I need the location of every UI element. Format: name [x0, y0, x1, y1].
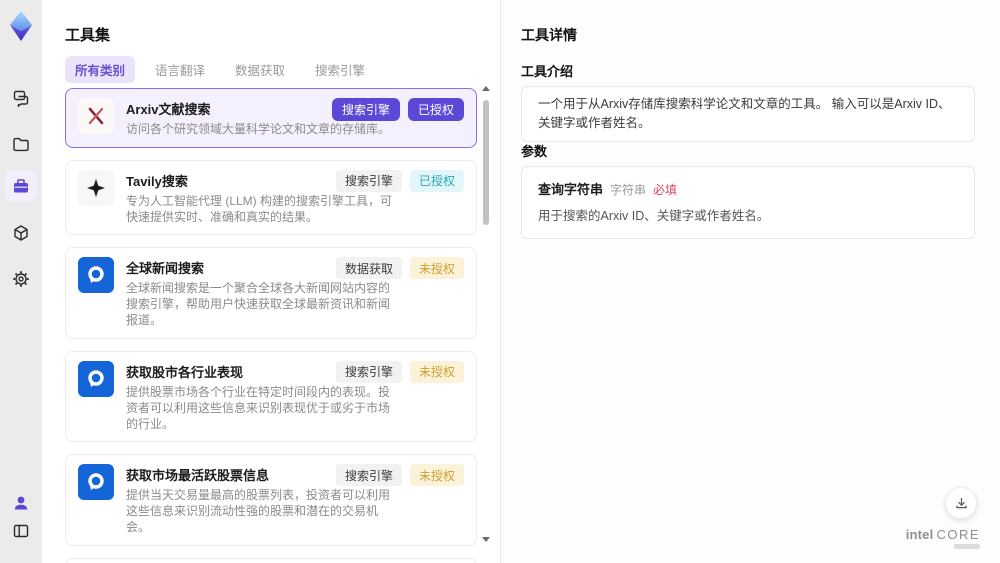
- intro-box: 一个用于从Arxiv存储库搜索科学论文和文章的工具。 输入可以是Arxiv ID…: [521, 86, 975, 142]
- sidebar-item-account[interactable]: [7, 489, 35, 517]
- blue-news-icon: [78, 464, 114, 501]
- tool-card-global-news[interactable]: 全球新闻搜索 全球新闻搜索是一个聚合全球各大新闻网站内容的搜索引擎，帮助用户快速…: [65, 247, 477, 339]
- tool-badges: 数据获取 未授权: [335, 257, 464, 280]
- scroll-down-arrow[interactable]: [482, 537, 490, 542]
- tool-card-most-active-stocks[interactable]: 获取市场最活跃股票信息 提供当天交易量最高的股票列表，投资者可以利用这些信息来识…: [65, 454, 477, 546]
- category-badge: 搜索引擎: [331, 98, 400, 121]
- tab-language-translation[interactable]: 语言翻译: [145, 56, 215, 83]
- tool-badges: 搜索引擎 未授权: [335, 360, 464, 383]
- blue-news-icon: [78, 257, 114, 294]
- auth-status-badge: 未授权: [409, 257, 464, 280]
- tab-all-categories[interactable]: 所有类别: [65, 56, 136, 83]
- tool-detail-panel: 工具详情 工具介绍 一个用于从Arxiv存储库搜索科学论文和文章的工具。 输入可…: [500, 0, 1000, 563]
- category-badge: 搜索引擎: [335, 464, 402, 487]
- tab-data-fetch[interactable]: 数据获取: [225, 56, 295, 83]
- intel-logo-subtext: [954, 544, 980, 549]
- category-tabs: 所有类别 语言翻译 数据获取 搜索引擎: [65, 56, 375, 83]
- tool-description: 全球新闻搜索是一个聚合全球各大新闻网站内容的搜索引擎，帮助用户快速获取全球最新资…: [126, 281, 391, 328]
- tool-card-tavily[interactable]: Tavily搜索 专为人工智能代理 (LLM) 构建的搜索引擎工具，可快速提供实…: [65, 159, 477, 236]
- tool-card-sector-performance[interactable]: 获取股市各行业表现 提供股票市场各个行业在特定时间段内的表现。投资者可以利用这些…: [65, 350, 477, 443]
- tool-description: 提供股票市场各个行业在特定时间段内的表现。投资者可以利用这些信息来识别表现优于或…: [126, 384, 391, 431]
- tool-list-panel: 工具集 所有类别 语言翻译 数据获取 搜索引擎 Arxiv文献搜索 访问各个研究…: [42, 0, 500, 563]
- list-scrollbar: [482, 86, 490, 548]
- gem-logo-icon: [10, 11, 32, 41]
- category-badge: 数据获取: [335, 257, 402, 280]
- intel-product-text: core: [936, 526, 980, 542]
- scroll-up-arrow[interactable]: [482, 86, 490, 91]
- param-name: 查询字符串: [538, 182, 604, 197]
- download-icon: [955, 497, 967, 508]
- sidebar-item-panel-toggle[interactable]: [7, 517, 35, 545]
- tool-description: 提供当天交易量最高的股票列表，投资者可以利用这些信息来识别流动性强的股票和潜在的…: [126, 488, 391, 535]
- intro-heading: 工具介绍: [521, 64, 574, 79]
- left-rail: [0, 0, 42, 563]
- tool-list: Arxiv文献搜索 访问各个研究领域大量科学论文和文章的存储库。 搜索引擎 已授…: [65, 88, 477, 563]
- param-description: 用于搜索的Arxiv ID、关键字或作者姓名。: [538, 209, 770, 223]
- auth-status-badge: 已授权: [409, 169, 464, 192]
- page-title: 工具集: [65, 27, 111, 44]
- tool-card-regional-news[interactable]: 万维地区新闻查询 查询具体行政区划内的新闻，快速了解各地新闻动 搜索引擎 未授权: [65, 557, 477, 563]
- app-logo: [3, 8, 39, 44]
- category-badge: 搜索引擎: [335, 169, 402, 192]
- intro-text: 一个用于从Arxiv存储库搜索科学论文和文章的工具。 输入可以是Arxiv ID…: [538, 97, 951, 130]
- sidebar-item-toolbox[interactable]: [5, 170, 37, 202]
- cube-icon: [14, 225, 28, 241]
- panel-toggle-icon: [13, 524, 29, 538]
- auth-status-badge: 未授权: [409, 360, 464, 383]
- briefcase-icon: [14, 179, 28, 193]
- intel-brand-text: intel: [905, 526, 934, 542]
- tool-badges: 搜索引擎 已授权: [331, 98, 464, 121]
- arxiv-icon: [78, 98, 114, 134]
- detail-title: 工具详情: [521, 27, 577, 43]
- sidebar-item-chat[interactable]: [7, 84, 35, 112]
- param-box: 查询字符串 字符串 必填 用于搜索的Arxiv ID、关键字或作者姓名。: [521, 166, 975, 239]
- gear-icon: [13, 271, 29, 287]
- intel-core-logo: intel core: [905, 526, 980, 549]
- download-button[interactable]: [945, 487, 977, 519]
- param-required-flag: 必填: [653, 183, 678, 197]
- sidebar-item-files[interactable]: [7, 130, 35, 158]
- param-header-row: 查询字符串 字符串 必填: [538, 179, 958, 198]
- param-type: 字符串: [610, 183, 647, 197]
- app-window: 工具集 所有类别 语言翻译 数据获取 搜索引擎 Arxiv文献搜索 访问各个研究…: [0, 0, 1000, 563]
- sidebar-item-packages[interactable]: [7, 219, 35, 247]
- tool-badges: 搜索引擎 已授权: [335, 169, 464, 192]
- user-icon: [14, 496, 28, 510]
- params-heading: 参数: [521, 144, 548, 159]
- tavily-star-icon: [78, 169, 114, 206]
- blue-news-icon: [78, 360, 114, 397]
- sidebar-item-settings[interactable]: [7, 265, 35, 293]
- tab-search-engine[interactable]: 搜索引擎: [305, 56, 375, 83]
- scrollbar-thumb[interactable]: [483, 100, 489, 225]
- tool-description: 访问各个研究领域大量科学论文和文章的存储库。: [126, 122, 391, 136]
- tool-description: 专为人工智能代理 (LLM) 构建的搜索引擎工具，可快速提供实时、准确和真实的结…: [126, 193, 393, 224]
- category-badge: 搜索引擎: [335, 360, 402, 383]
- tool-card-arxiv[interactable]: Arxiv文献搜索 访问各个研究领域大量科学论文和文章的存储库。 搜索引擎 已授…: [65, 88, 477, 148]
- tool-badges: 搜索引擎 未授权: [335, 464, 464, 487]
- chat-icon: [13, 90, 29, 108]
- auth-status-badge: 未授权: [409, 464, 464, 487]
- folder-icon: [13, 137, 29, 152]
- auth-status-badge: 已授权: [407, 98, 464, 121]
